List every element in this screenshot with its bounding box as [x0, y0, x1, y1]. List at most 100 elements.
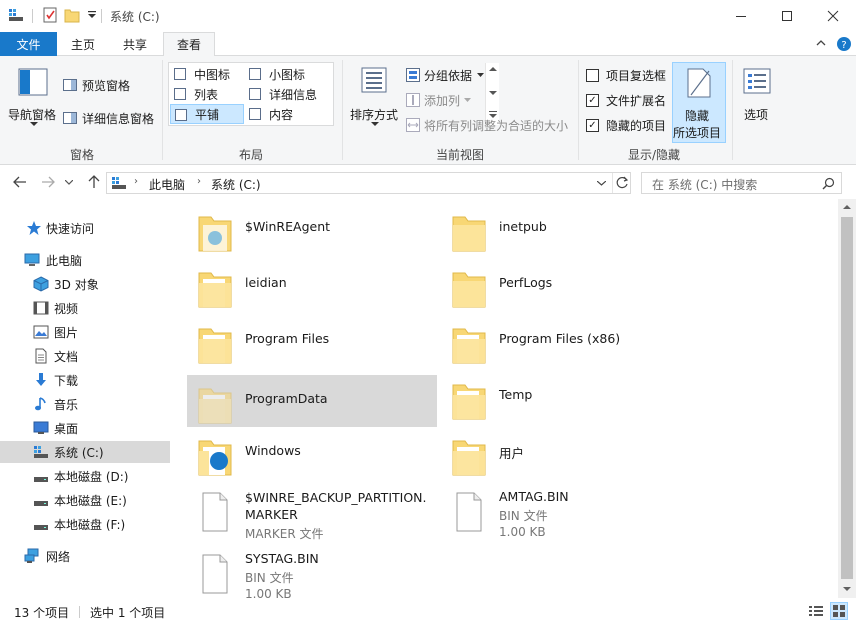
file-icon — [456, 492, 482, 532]
sidebar-item-videos[interactable]: 视频 — [0, 297, 170, 319]
ribbon-tabs: 文件 主页 共享 查看 ? — [0, 32, 856, 57]
new-folder-icon[interactable] — [64, 7, 80, 23]
file-name: SYSTAG.BIN — [245, 551, 319, 566]
tab-file[interactable]: 文件 — [0, 32, 57, 56]
status-bar: 13 个项目 选中 1 个项目 — [0, 598, 856, 624]
sidebar-item-this-pc[interactable]: 此电脑 — [0, 249, 170, 271]
list-item[interactable]: $WinREAgent — [187, 203, 437, 255]
sidebar-item-drive-d[interactable]: 本地磁盘 (D:) — [0, 465, 170, 487]
hide-selected-button[interactable]: 隐藏 所选项目 — [672, 62, 726, 143]
layout-content[interactable]: 内容 — [245, 104, 323, 124]
breadcrumb-drive-c[interactable]: 系统 (C:) — [211, 176, 261, 193]
music-icon — [35, 397, 46, 411]
nav-pane-button[interactable]: 导航窗格 — [8, 62, 60, 128]
preview-pane-button[interactable]: 预览窗格 — [82, 77, 130, 94]
chevron-down-icon[interactable] — [597, 181, 606, 186]
sidebar-item-desktop[interactable]: 桌面 — [0, 417, 170, 439]
refresh-icon[interactable] — [616, 176, 629, 190]
large-icons-view-icon[interactable] — [830, 602, 848, 620]
close-button[interactable] — [810, 0, 856, 32]
hide-selected-label-2: 所选项目 — [673, 126, 722, 140]
layout-details[interactable]: 详细信息 — [245, 84, 323, 104]
list-item[interactable]: ProgramData — [187, 375, 437, 427]
tab-share[interactable]: 共享 — [112, 32, 158, 56]
details-view-icon[interactable] — [808, 604, 824, 618]
list-item[interactable]: Program Files — [187, 315, 437, 367]
minimize-button[interactable] — [718, 0, 764, 32]
recent-locations-button[interactable] — [64, 174, 74, 190]
address-bar[interactable]: › 此电脑 › 系统 (C:) — [106, 172, 631, 194]
layout-small-icons[interactable]: 小图标 — [245, 64, 323, 84]
up-button[interactable] — [86, 174, 102, 190]
list-item[interactable]: Windows — [187, 427, 437, 479]
folder-icon — [452, 384, 486, 420]
list-item[interactable]: inetpub — [441, 203, 691, 255]
add-column-button[interactable]: 添加列 — [424, 92, 460, 109]
file-name: $WinREAgent — [245, 219, 331, 234]
sidebar-item-drive-f[interactable]: 本地磁盘 (F:) — [0, 513, 170, 535]
list-item[interactable]: $WINRE_BACKUP_PARTITION.MARKER MARKER 文件 — [187, 483, 437, 547]
list-item[interactable]: Program Files (x86) — [441, 315, 691, 367]
sidebar-item-drive-c[interactable]: 系统 (C:) — [0, 441, 170, 463]
sidebar-item-documents[interactable]: 文档 — [0, 345, 170, 367]
folder-icon — [452, 328, 486, 364]
help-icon[interactable]: ? — [836, 36, 852, 52]
drive-icon — [112, 177, 126, 189]
sidebar-item-music[interactable]: 音乐 — [0, 393, 170, 415]
options-button[interactable]: 选项 — [738, 62, 778, 128]
sidebar-item-downloads[interactable]: 下载 — [0, 369, 170, 391]
file-name: Program Files (x86) — [499, 331, 621, 346]
sidebar-item-network[interactable]: 网络 — [0, 545, 170, 567]
file-name: $WINRE_BACKUP_PARTITION.MARKER — [245, 490, 427, 522]
list-item[interactable]: Temp — [441, 371, 691, 423]
search-box[interactable]: 在 系统 (C:) 中搜索 — [641, 172, 842, 194]
drive-icon — [34, 525, 48, 530]
vertical-scrollbar[interactable] — [838, 199, 856, 598]
search-icon[interactable] — [822, 177, 835, 190]
window-title: 系统 (C:) — [110, 10, 160, 24]
hide-selected-label-1: 隐藏 — [685, 109, 710, 123]
maximize-button[interactable] — [764, 0, 810, 32]
sidebar-item-pictures[interactable]: 图片 — [0, 321, 170, 343]
customize-quick-access-icon[interactable] — [84, 7, 100, 23]
details-pane-button[interactable]: 详细信息窗格 — [82, 110, 154, 127]
file-size: 1.00 KB — [499, 525, 546, 539]
drive-icon[interactable] — [8, 7, 24, 23]
layout-medium-icons[interactable]: 中图标 — [170, 64, 242, 84]
scroll-thumb[interactable] — [841, 217, 853, 579]
tab-home[interactable]: 主页 — [60, 32, 106, 56]
group-by-button[interactable]: 分组依据 — [424, 67, 472, 84]
folder-icon — [198, 216, 232, 252]
layout-gallery-scroll[interactable] — [485, 63, 499, 125]
layout-tiles[interactable]: 平铺 — [170, 104, 244, 124]
layout-list[interactable]: 列表 — [170, 84, 242, 104]
breadcrumb-this-pc[interactable]: 此电脑 — [149, 176, 185, 193]
file-type: BIN 文件 — [245, 571, 294, 585]
item-checkboxes-checkbox[interactable] — [586, 69, 599, 82]
sidebar-item-drive-e[interactable]: 本地磁盘 (E:) — [0, 489, 170, 511]
list-item[interactable]: 用户 — [441, 427, 691, 479]
list-item[interactable]: PerfLogs — [441, 259, 691, 311]
back-button[interactable] — [12, 174, 28, 190]
scroll-up-icon[interactable] — [843, 205, 851, 210]
tab-view[interactable]: 查看 — [163, 32, 215, 57]
file-extensions-label: 文件扩展名 — [606, 94, 667, 108]
sidebar-item-3d-objects[interactable]: 3D 对象 — [0, 273, 170, 295]
sidebar-item-quick-access[interactable]: 快速访问 — [0, 217, 170, 239]
add-column-icon — [406, 93, 420, 107]
forward-button[interactable] — [40, 174, 56, 190]
group-label-pane: 窗格 — [69, 148, 94, 162]
fit-columns-button[interactable]: 将所有列调整为合适的大小 — [424, 117, 568, 134]
preview-pane-icon — [63, 79, 77, 91]
search-input[interactable]: 在 系统 (C:) 中搜索 — [652, 176, 757, 193]
navigation-pane: 快速访问 此电脑 3D 对象 视频 图片 文档 下载 音乐 桌面 系统 (C:)… — [0, 199, 172, 598]
hidden-items-checkbox[interactable]: ✓ — [586, 119, 599, 132]
minimize-ribbon-icon[interactable] — [814, 36, 828, 50]
scroll-down-icon[interactable] — [843, 587, 851, 592]
properties-icon[interactable] — [42, 7, 58, 23]
list-item[interactable]: AMTAG.BIN BIN 文件 1.00 KB — [441, 483, 691, 547]
sort-button[interactable]: 排序方式 — [348, 62, 402, 128]
hidden-items-label: 隐藏的项目 — [606, 119, 667, 133]
file-extensions-checkbox[interactable]: ✓ — [586, 94, 599, 107]
list-item[interactable]: leidian — [187, 259, 437, 311]
